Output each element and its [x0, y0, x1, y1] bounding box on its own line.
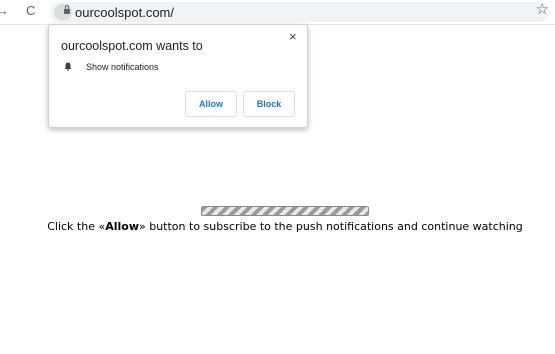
- block-button[interactable]: Block: [243, 91, 295, 117]
- message-suffix: » button to subscribe to the push notifi…: [139, 220, 523, 233]
- notification-permission-popup: ourcoolspot.com wants to × Show notifica…: [48, 24, 308, 128]
- progress-fill: [202, 207, 368, 215]
- browser-toolbar: → C ourcoolspot.com/ ☆: [0, 0, 555, 25]
- permission-label: Show notifications: [86, 62, 159, 72]
- address-bar[interactable]: ourcoolspot.com/: [50, 2, 550, 22]
- allow-button[interactable]: Allow: [185, 91, 237, 117]
- message-prefix: Click the «: [47, 220, 106, 233]
- instruction-message: Click the «Allow» button to subscribe to…: [0, 220, 555, 233]
- message-allow-word: Allow: [105, 220, 139, 233]
- url-text[interactable]: ourcoolspot.com/: [75, 5, 174, 20]
- popup-title: ourcoolspot.com wants to: [61, 39, 203, 53]
- close-icon[interactable]: ×: [289, 29, 297, 44]
- lock-icon: [64, 5, 70, 14]
- site-info-button[interactable]: [54, 4, 72, 20]
- loading-progress-bar: [201, 206, 369, 216]
- bell-icon: [64, 62, 72, 71]
- bookmark-star-icon[interactable]: ☆: [536, 0, 549, 18]
- reload-icon[interactable]: C: [26, 3, 35, 19]
- back-arrow-icon[interactable]: →: [0, 3, 9, 19]
